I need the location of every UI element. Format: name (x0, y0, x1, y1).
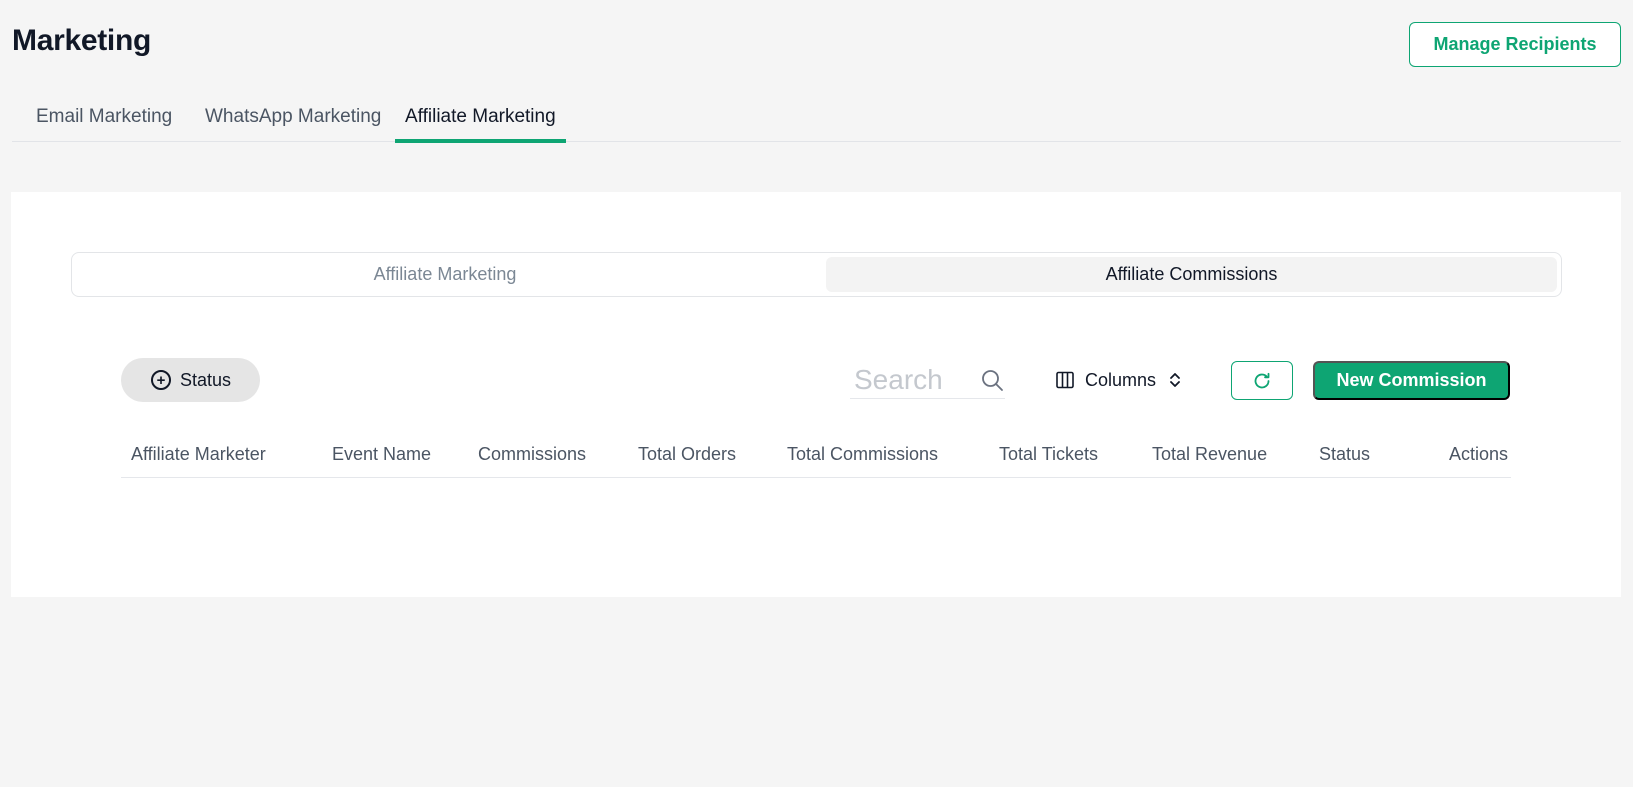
columns-button[interactable]: Columns (1055, 362, 1195, 398)
chevron-up-down-icon (1170, 373, 1180, 387)
segment-affiliate-marketing[interactable]: Affiliate Marketing (76, 257, 814, 292)
column-header-total-commissions[interactable]: Total Commissions (787, 444, 938, 465)
marketing-tabs: Email Marketing WhatsApp Marketing Affil… (12, 100, 1621, 143)
content-card: Affiliate Marketing Affiliate Commission… (11, 192, 1621, 597)
refresh-icon (1254, 372, 1270, 388)
tab-email-marketing[interactable]: Email Marketing (26, 100, 182, 143)
columns-label: Columns (1085, 369, 1157, 390)
affiliate-segmented-control: Affiliate Marketing Affiliate Commission… (71, 252, 1562, 297)
new-commission-button[interactable]: New Commission (1313, 361, 1510, 400)
columns-icon (1056, 371, 1074, 389)
column-header-total-revenue[interactable]: Total Revenue (1152, 444, 1267, 465)
column-header-total-orders[interactable]: Total Orders (638, 444, 736, 465)
column-header-total-tickets[interactable]: Total Tickets (999, 444, 1098, 465)
column-header-affiliate-marketer[interactable]: Affiliate Marketer (131, 444, 266, 465)
search-icon[interactable] (980, 368, 1004, 392)
column-header-status[interactable]: Status (1319, 444, 1370, 465)
search-input[interactable] (850, 362, 970, 398)
column-header-actions[interactable]: Actions (1449, 444, 1508, 465)
column-header-event-name[interactable]: Event Name (332, 444, 431, 465)
page-title: Marketing (12, 24, 151, 57)
manage-recipients-button[interactable]: Manage Recipients (1409, 22, 1621, 67)
search-box (850, 362, 1005, 399)
column-header-commissions[interactable]: Commissions (478, 444, 586, 465)
refresh-button[interactable] (1231, 361, 1293, 400)
tab-whatsapp-marketing[interactable]: WhatsApp Marketing (195, 100, 391, 143)
plus-circle-icon: + (151, 370, 171, 390)
status-filter-label: Status (180, 369, 232, 390)
commissions-table-header: Affiliate Marketer Event Name Commission… (121, 432, 1511, 478)
tab-affiliate-marketing[interactable]: Affiliate Marketing (395, 100, 566, 143)
segment-affiliate-commissions[interactable]: Affiliate Commissions (826, 257, 1557, 292)
status-filter-button[interactable]: + Status (121, 358, 260, 402)
